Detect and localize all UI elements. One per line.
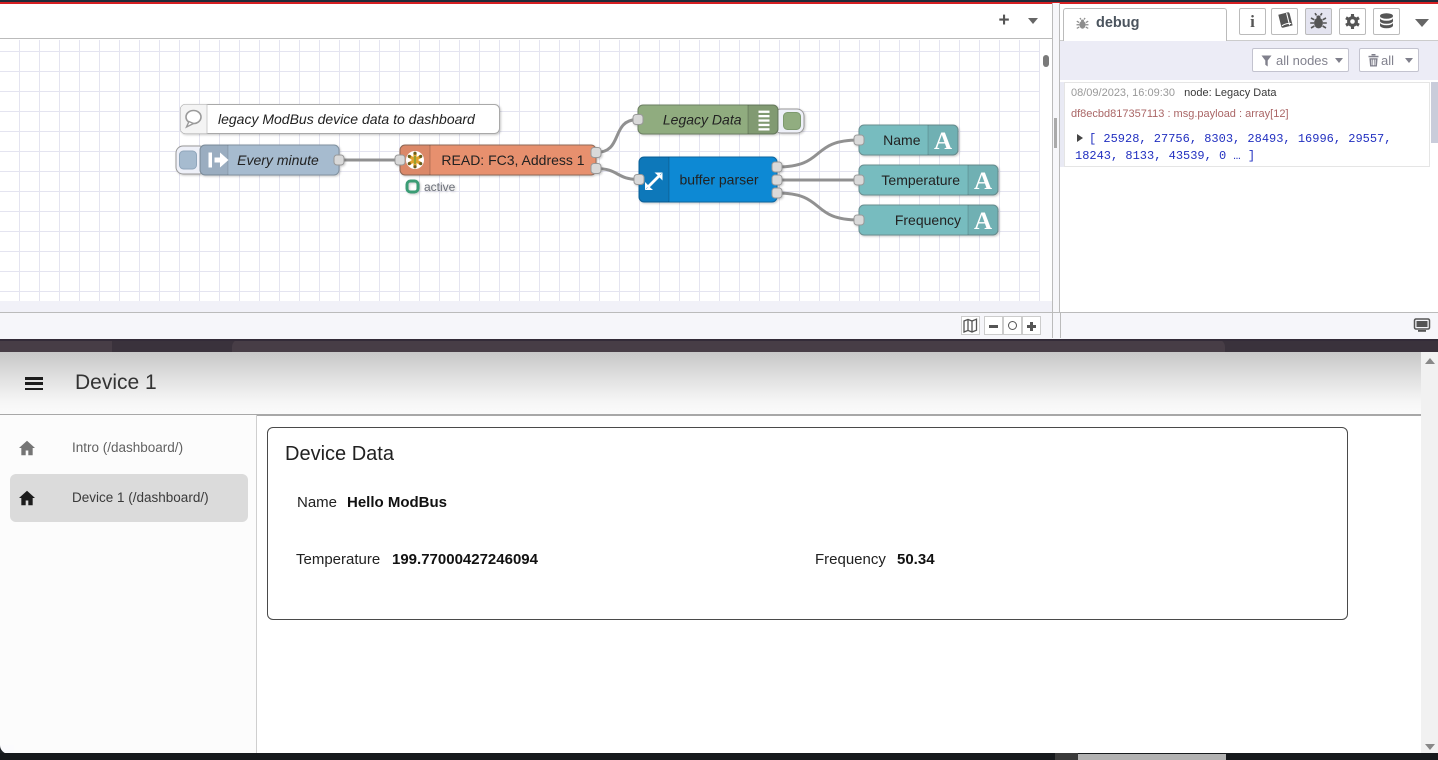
svg-text:A: A bbox=[934, 128, 952, 155]
svg-text:legacy ModBus device data to d: legacy ModBus device data to dashboard bbox=[218, 111, 476, 127]
svg-text:A: A bbox=[974, 168, 992, 195]
svg-text:Legacy Data: Legacy Data bbox=[663, 112, 742, 128]
svg-text:i: i bbox=[1250, 12, 1255, 31]
svg-text:A: A bbox=[974, 208, 992, 235]
svg-text:Temperature: Temperature bbox=[881, 172, 960, 188]
svg-text:READ: FC3, Address 1: READ: FC3, Address 1 bbox=[441, 152, 584, 168]
svg-text:Frequency: Frequency bbox=[895, 212, 961, 228]
svg-text:buffer parser: buffer parser bbox=[679, 172, 758, 188]
svg-text:Name: Name bbox=[883, 132, 921, 148]
svg-text:Every minute: Every minute bbox=[237, 152, 319, 168]
svg-text:active: active bbox=[424, 180, 456, 194]
